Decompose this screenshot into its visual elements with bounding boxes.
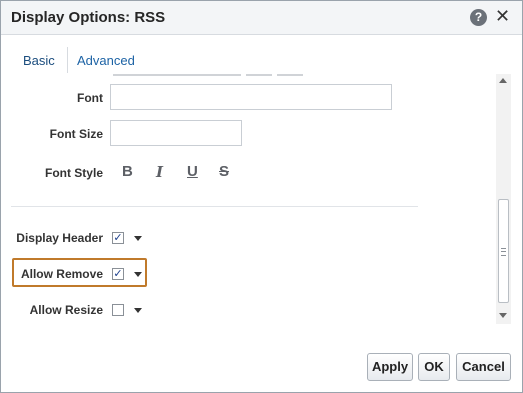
clipped-field-edge — [277, 74, 303, 76]
cancel-button[interactable]: Cancel — [456, 353, 511, 381]
font-input[interactable] — [110, 84, 392, 110]
allow-resize-dropdown-icon[interactable] — [134, 308, 142, 313]
dialog-titlebar: Display Options: RSS ? ✕ — [1, 1, 522, 35]
section-divider — [11, 206, 418, 207]
font-label: Font — [77, 91, 103, 105]
close-icon[interactable]: ✕ — [495, 6, 510, 26]
italic-button[interactable]: I — [156, 163, 163, 181]
tab-separator — [67, 47, 68, 73]
dialog-title: Display Options: RSS — [11, 9, 166, 26]
options-scroll-area: Font Font Size Font Style B I U S Displa… — [1, 74, 496, 326]
display-header-dropdown-icon[interactable] — [134, 236, 142, 241]
clipped-field-edge — [113, 74, 241, 76]
font-size-label: Font Size — [49, 127, 103, 141]
scroll-up-arrow-icon[interactable] — [499, 78, 507, 83]
display-options-dialog: Display Options: RSS ? ✕ Basic Advanced … — [0, 0, 523, 393]
help-icon[interactable]: ? — [470, 9, 487, 26]
grip-icon — [501, 248, 506, 256]
vertical-scrollbar[interactable] — [496, 74, 511, 324]
scrollbar-thumb[interactable] — [498, 199, 509, 303]
tab-basic[interactable]: Basic — [23, 53, 55, 68]
bold-button[interactable]: B — [122, 163, 133, 180]
allow-remove-highlight — [12, 258, 147, 287]
allow-resize-label: Allow Resize — [29, 303, 103, 317]
scroll-down-arrow-icon[interactable] — [499, 313, 507, 318]
font-size-input[interactable] — [110, 120, 242, 146]
allow-resize-checkbox[interactable] — [112, 304, 124, 316]
tab-advanced[interactable]: Advanced — [77, 53, 135, 68]
strikethrough-button[interactable]: S — [219, 163, 229, 180]
underline-button[interactable]: U — [187, 163, 198, 180]
apply-button[interactable]: Apply — [367, 353, 413, 381]
clipped-field-edge — [246, 74, 272, 76]
display-header-checkbox[interactable]: ✓ — [112, 232, 124, 244]
font-style-label: Font Style — [44, 166, 103, 180]
ok-button[interactable]: OK — [418, 353, 450, 381]
display-header-label: Display Header — [16, 231, 103, 245]
